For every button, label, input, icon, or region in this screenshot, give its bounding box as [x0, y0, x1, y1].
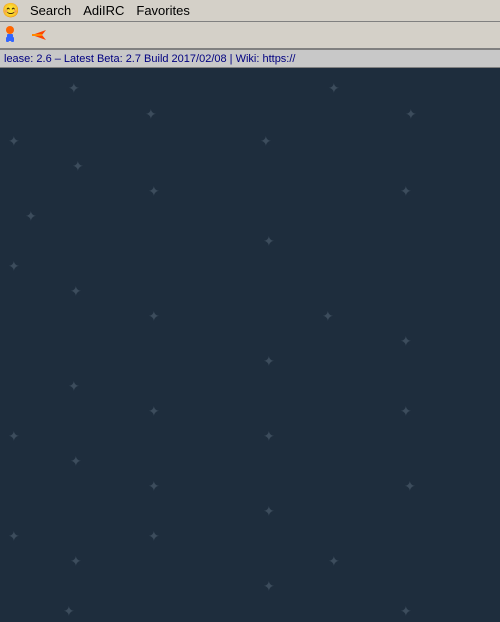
star-decoration	[400, 333, 412, 350]
menu-favorites[interactable]: Favorites	[130, 0, 195, 21]
star-decoration	[328, 553, 340, 570]
star-decoration	[263, 503, 275, 520]
star-decoration	[63, 603, 75, 620]
star-decoration	[148, 528, 160, 545]
toolbar	[0, 22, 500, 50]
star-decoration	[400, 603, 412, 620]
star-decoration	[405, 106, 417, 123]
star-decoration	[145, 106, 157, 123]
statusbar-text: lease: 2.6 – Latest Beta: 2.7 Build 2017…	[4, 53, 295, 65]
toolbar-arrow-icon	[28, 24, 50, 46]
star-decoration	[70, 453, 82, 470]
star-decoration	[263, 428, 275, 445]
main-content	[0, 68, 500, 622]
app-icon: 😊	[2, 2, 20, 20]
toolbar-character-icon	[4, 24, 26, 46]
star-decoration	[260, 133, 272, 150]
star-decoration	[8, 428, 20, 445]
menu-adiirc[interactable]: AdiIRC	[77, 0, 130, 21]
menu-search[interactable]: Search	[24, 0, 77, 21]
menubar: 😊 Search AdiIRC Favorites	[0, 0, 500, 22]
star-decoration	[322, 308, 334, 325]
statusbar: lease: 2.6 – Latest Beta: 2.7 Build 2017…	[0, 50, 500, 68]
star-decoration	[72, 158, 84, 175]
star-decoration	[148, 403, 160, 420]
star-decoration	[25, 208, 37, 225]
star-decoration	[263, 578, 275, 595]
star-decoration	[328, 80, 340, 97]
star-decoration	[8, 133, 20, 150]
star-decoration	[70, 553, 82, 570]
star-decoration	[400, 183, 412, 200]
star-decoration	[68, 80, 80, 97]
star-decoration	[148, 183, 160, 200]
star-decoration	[70, 283, 82, 300]
star-decoration	[68, 378, 80, 395]
star-decoration	[8, 528, 20, 545]
star-decoration	[263, 353, 275, 370]
star-decoration	[148, 308, 160, 325]
star-decoration	[400, 403, 412, 420]
star-decoration	[263, 233, 275, 250]
star-decoration	[8, 258, 20, 275]
star-decoration	[404, 478, 416, 495]
star-decoration	[148, 478, 160, 495]
